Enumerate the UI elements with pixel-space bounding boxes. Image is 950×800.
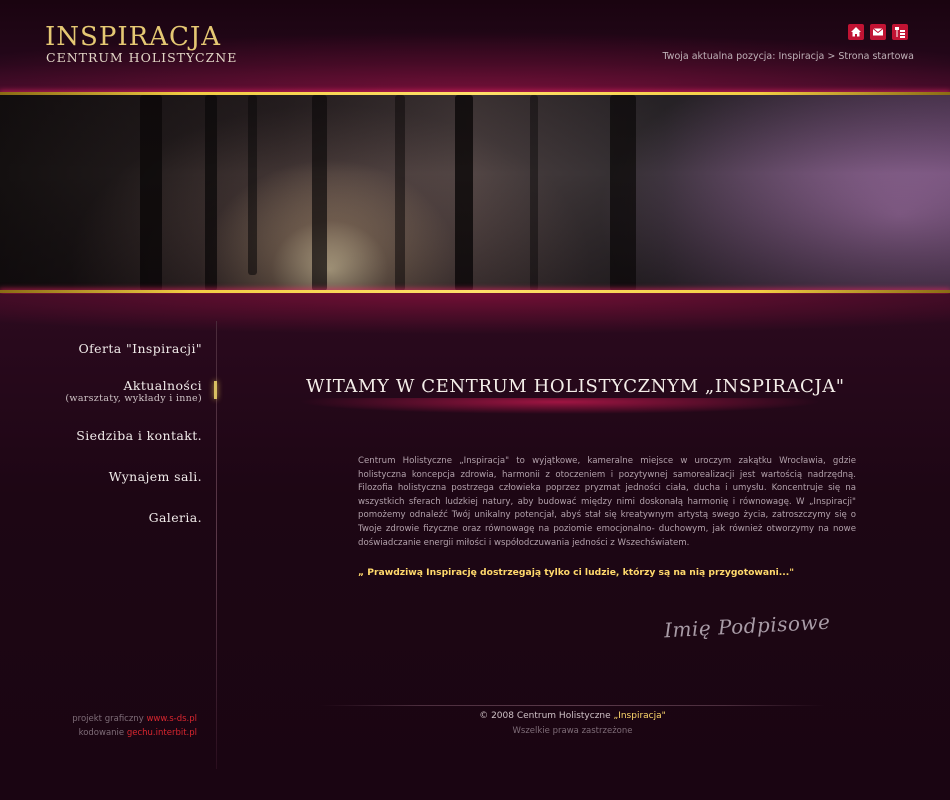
- banner-bottom-border: [0, 290, 950, 293]
- menu-item-label: Aktualności: [123, 378, 202, 393]
- footer-divider: [320, 705, 825, 706]
- credit-code-label: kodowanie: [78, 728, 125, 738]
- menu-item-label: Galeria.: [148, 510, 202, 525]
- menu-item-oferta[interactable]: Oferta "Inspiracji": [79, 341, 203, 356]
- site-header: INSPIRACJA CENTRUM HOLISTYCZNE Twoja akt…: [0, 0, 950, 92]
- menu-item-aktualnosci[interactable]: Aktualności (warsztaty, wykłady i inne): [65, 378, 202, 404]
- quote-text: „ Prawdziwą Inspirację dostrzegają tylko…: [358, 567, 795, 578]
- credit-code-link[interactable]: gechu.interbit.pl: [127, 728, 197, 738]
- sitemap-icon[interactable]: [892, 24, 908, 40]
- credit-design-link[interactable]: www.s-ds.pl: [146, 714, 197, 724]
- menu-item-label: Oferta "Inspiracji": [78, 341, 202, 356]
- breadcrumb: Twoja aktualna pozycja: Inspiracja > Str…: [662, 51, 914, 62]
- menu-item-galeria[interactable]: Galeria.: [149, 510, 202, 525]
- menu-item-wynajem[interactable]: Wynajem sali.: [109, 469, 202, 484]
- copyright: © 2008 Centrum Holistyczne „Inspiracja": [320, 711, 825, 721]
- intro-paragraph: Centrum Holistyczne „Inspiracja" to wyją…: [358, 456, 856, 548]
- rights-text: Wszelkie prawa zastrzeżone: [512, 726, 633, 736]
- forest-banner-image: [0, 95, 950, 291]
- heading-glow: [300, 398, 820, 420]
- credits: projekt graficzny www.s-ds.pl kodowanie …: [72, 712, 197, 740]
- mail-icon[interactable]: [870, 24, 886, 40]
- menu-item-label: Siedziba i kontakt.: [76, 428, 202, 443]
- copyright-text: © 2008 Centrum Holistyczne: [479, 711, 614, 721]
- menu-item-siedziba[interactable]: Siedziba i kontakt.: [76, 428, 202, 443]
- copyright-name: „Inspiracja": [613, 711, 666, 721]
- top-icons: [848, 24, 908, 40]
- site-subtitle: CENTRUM HOLISTYCZNE: [46, 50, 238, 65]
- welcome-heading: WITAMY W CENTRUM HOLISTYCZNYM „INSPIRACJ…: [306, 376, 845, 397]
- credit-design-label: projekt graficzny: [72, 714, 144, 724]
- site-title[interactable]: INSPIRACJA: [45, 22, 221, 52]
- menu-item-sublabel: (warsztaty, wykłady i inne): [65, 393, 202, 404]
- home-icon[interactable]: [848, 24, 864, 40]
- menu-item-label: Wynajem sali.: [108, 469, 202, 484]
- active-menu-marker: [214, 381, 217, 399]
